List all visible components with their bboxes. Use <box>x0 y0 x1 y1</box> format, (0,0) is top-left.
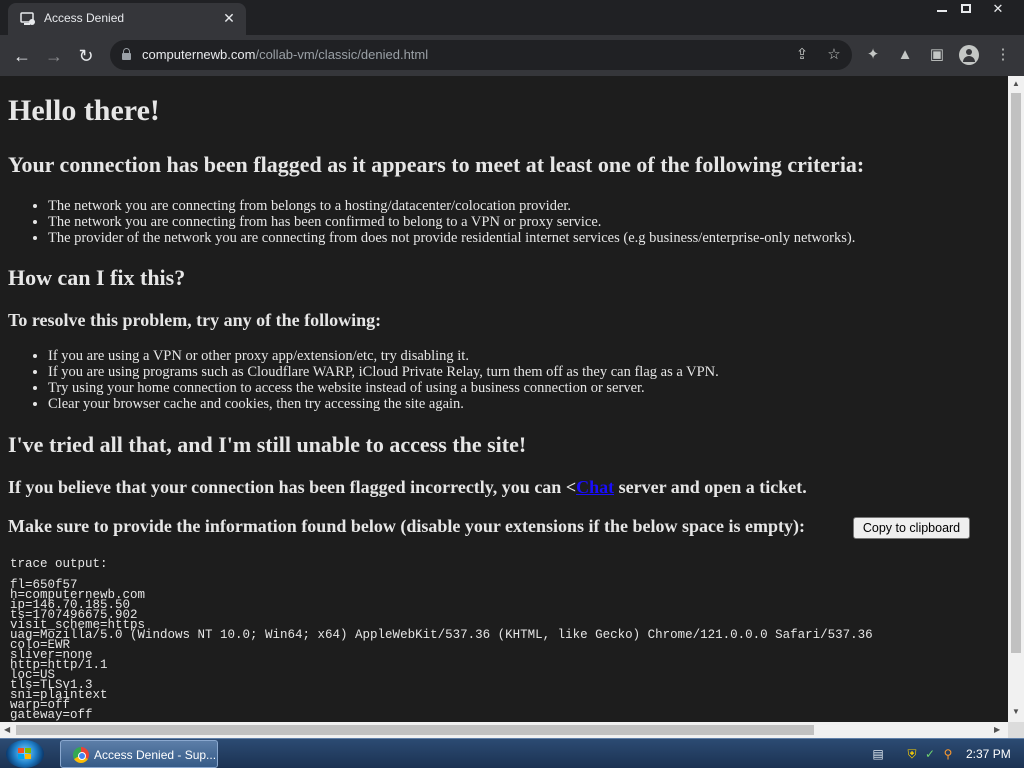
address-url[interactable]: computernewb.com/collab-vm/classic/denie… <box>142 47 428 62</box>
back-arrow-icon[interactable]: ← <box>8 42 36 70</box>
trace-output[interactable]: trace output: fl=650f57 h=computernewb.com… <box>10 557 873 722</box>
scroll-left-arrow-icon[interactable]: ◀ <box>4 726 12 734</box>
trace-line: loc=US <box>10 668 56 682</box>
reload-icon[interactable]: ↻ <box>72 42 100 70</box>
trace-line: http=http/1.1 <box>10 658 108 672</box>
vertical-scroll-thumb[interactable] <box>1011 93 1021 653</box>
trace-line: tls=TLSv1.3 <box>10 678 93 692</box>
tab-close-icon[interactable]: ✕ <box>220 9 238 27</box>
list-item: If you are using a VPN or other proxy ap… <box>48 348 719 364</box>
taskbar-clock[interactable]: 2:37 PM <box>966 747 1011 761</box>
lock-icon[interactable] <box>122 48 131 60</box>
horizontal-scroll-thumb[interactable] <box>16 725 814 735</box>
trace-heading: trace output: <box>10 557 108 571</box>
criteria-list: The network you are connecting from belo… <box>48 198 855 246</box>
search-icon[interactable]: ⚲ <box>940 746 956 762</box>
profile-avatar-icon[interactable] <box>958 44 980 66</box>
still-unable-heading: I've tried all that, and I'm still unabl… <box>8 432 527 457</box>
window-close-button[interactable]: ✕ <box>984 0 1012 20</box>
window-restore-button[interactable] <box>952 0 980 20</box>
list-item: The network you are connecting from belo… <box>48 198 855 214</box>
copy-to-clipboard-button[interactable]: Copy to clipboard <box>853 517 970 539</box>
page-favicon-icon <box>20 12 35 25</box>
page-title: Hello there! <box>8 94 160 127</box>
fix-heading: How can I fix this? <box>8 265 186 290</box>
address-bar[interactable]: computernewb.com/collab-vm/classic/denie… <box>110 40 852 70</box>
browser-titlebar: Access Denied ✕ ✕ <box>0 0 1024 35</box>
network-icon[interactable]: ✓ <box>922 746 938 762</box>
bookmark-star-icon[interactable]: ☆ <box>824 45 844 65</box>
browser-menu-kebab-icon[interactable]: ⋮ <box>992 44 1014 66</box>
forward-arrow-icon[interactable]: → <box>40 42 68 70</box>
url-host: computernewb.com <box>142 47 256 62</box>
scroll-down-arrow-icon[interactable]: ▼ <box>1012 708 1020 716</box>
ticket-instructions: If you believe that your connection has … <box>8 477 807 498</box>
side-panel-icon[interactable]: ▣ <box>926 44 948 66</box>
trace-line: sni=plaintext <box>10 688 108 702</box>
os-taskbar: Access Denied - Sup... ▤ ⛨ ✓ ⚲ 2:37 PM <box>0 738 1024 768</box>
windows-logo-icon <box>18 748 32 760</box>
page-viewport: Hello there! Your connection has been fl… <box>0 76 1008 722</box>
fixes-list: If you are using a VPN or other proxy ap… <box>48 348 719 412</box>
resolve-heading: To resolve this problem, try any of the … <box>8 310 382 330</box>
trace-line: h=computernewb.com <box>10 588 146 602</box>
tab-title: Access Denied <box>44 11 125 25</box>
url-path: /collab-vm/classic/denied.html <box>255 47 429 62</box>
trace-line: warp=off <box>10 698 71 712</box>
taskbar-item-chrome[interactable]: Access Denied - Sup... <box>60 740 218 768</box>
list-item: Try using your home connection to access… <box>48 380 719 396</box>
scroll-up-arrow-icon[interactable]: ▲ <box>1012 80 1020 88</box>
security-shield-icon[interactable]: ⛨ <box>904 746 920 762</box>
flag-heading: Your connection has been flagged as it a… <box>8 152 865 177</box>
scrollbar-corner <box>1008 722 1024 738</box>
trace-lines: fl=650f57 h=computernewb.com ip=146.70.185… <box>10 579 873 722</box>
chrome-icon <box>73 747 89 763</box>
keyboard-icon[interactable]: ▤ <box>870 746 886 762</box>
share-icon[interactable]: ⇪ <box>792 45 812 65</box>
list-item: The network you are connecting from has … <box>48 214 855 230</box>
list-item: Clear your browser cache and cookies, th… <box>48 396 719 412</box>
list-item: The provider of the network you are conn… <box>48 230 855 246</box>
trace-line: uag=Mozilla/5.0 (Windows NT 10.0; Win64;… <box>10 628 873 642</box>
list-item: If you are using programs such as Cloudf… <box>48 364 719 380</box>
chat-link[interactable]: Chat <box>576 477 614 497</box>
vertical-scrollbar[interactable]: ▲ ▼ <box>1008 76 1024 722</box>
ticket-text-before: If you believe that your connection has … <box>8 477 577 497</box>
browser-toolbar: ← → ↻ computernewb.com/collab-vm/classic… <box>0 35 1024 76</box>
ticket-text-after: server and open a ticket. <box>614 477 807 497</box>
taskbar-item-label: Access Denied - Sup... <box>94 748 217 762</box>
start-button[interactable] <box>6 740 44 768</box>
horizontal-scrollbar[interactable]: ◀ ▶ <box>0 722 1008 738</box>
browser-tab-active[interactable]: Access Denied ✕ <box>8 3 246 35</box>
scroll-right-arrow-icon[interactable]: ▶ <box>994 726 1002 734</box>
trace-line: sliver=none <box>10 648 93 662</box>
labs-flask-icon[interactable]: ▲ <box>894 44 916 66</box>
provide-info-heading: Make sure to provide the information fou… <box>8 516 806 536</box>
extensions-puzzle-icon[interactable]: ✦ <box>862 44 884 66</box>
trace-line: gateway=off <box>10 708 93 722</box>
